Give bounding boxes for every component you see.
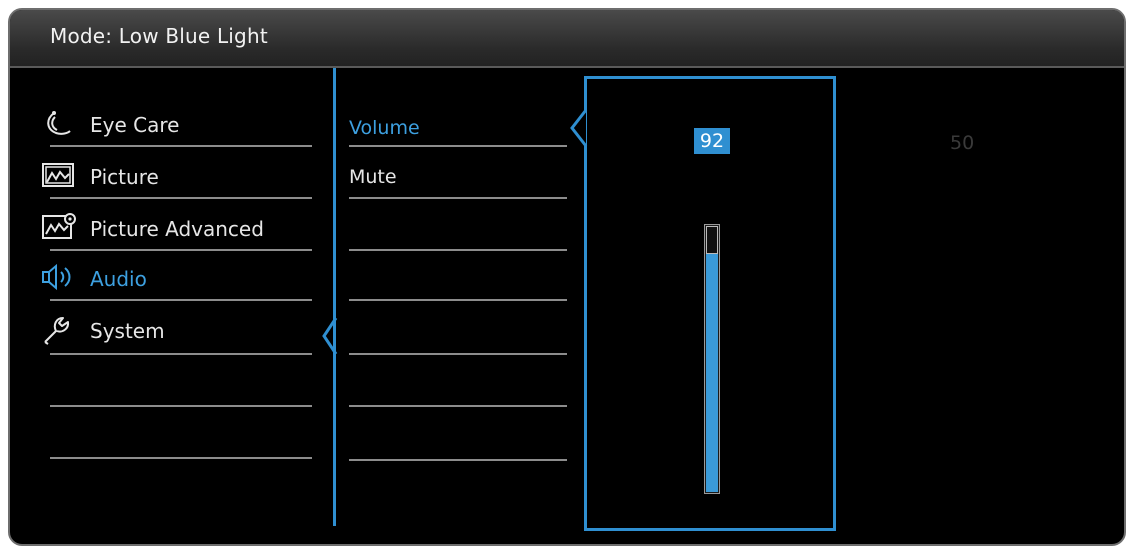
- menu-selection-line: [333, 68, 336, 526]
- eye-care-icon: [42, 109, 74, 137]
- submenu-divider: [349, 197, 567, 199]
- submenu-divider: [349, 145, 567, 147]
- menu-divider: [50, 457, 312, 459]
- menu-divider: [50, 197, 312, 199]
- menu-item-label: Picture Advanced: [90, 217, 264, 241]
- osd-header: Mode: Low Blue Light: [10, 10, 1124, 68]
- submenu-item-volume[interactable]: Volume: [349, 105, 569, 155]
- mode-title: Mode: Low Blue Light: [50, 24, 268, 48]
- ghost-value: 50: [950, 132, 975, 154]
- volume-value: 92: [694, 128, 730, 154]
- submenu-divider: [349, 353, 567, 355]
- menu-divider: [50, 405, 312, 407]
- menu-divider: [50, 249, 312, 251]
- menu-item-eye-care[interactable]: Eye Care: [42, 101, 312, 151]
- menu-divider: [50, 145, 312, 147]
- submenu-divider: [349, 299, 567, 301]
- menu-item-picture-advanced[interactable]: Picture Advanced: [42, 205, 312, 255]
- menu-item-system[interactable]: System: [42, 307, 312, 357]
- menu-item-picture[interactable]: Picture: [42, 153, 312, 203]
- submenu-item-label: Mute: [349, 166, 397, 188]
- submenu-divider: [349, 459, 567, 461]
- menu-divider: [50, 353, 312, 355]
- submenu-pointer-notch: [570, 109, 588, 147]
- audio-icon: [42, 263, 74, 291]
- menu-item-label: Eye Care: [90, 113, 180, 137]
- menu-pointer-notch: [322, 317, 338, 355]
- menu-item-label: Picture: [90, 165, 159, 189]
- picture-icon: [42, 161, 74, 189]
- volume-slider-fill: [706, 245, 718, 492]
- submenu-divider: [349, 405, 567, 407]
- submenu-item-label: Volume: [349, 117, 420, 139]
- menu-divider: [50, 299, 312, 301]
- menu-item-label: Audio: [90, 267, 147, 291]
- volume-slider[interactable]: [704, 224, 720, 494]
- picture-advanced-icon: [42, 213, 76, 241]
- menu-item-label: System: [90, 319, 165, 343]
- system-wrench-icon: [42, 315, 74, 345]
- menu-item-audio[interactable]: Audio: [42, 255, 312, 305]
- submenu-divider: [349, 249, 567, 251]
- volume-slider-thumb[interactable]: [706, 226, 718, 254]
